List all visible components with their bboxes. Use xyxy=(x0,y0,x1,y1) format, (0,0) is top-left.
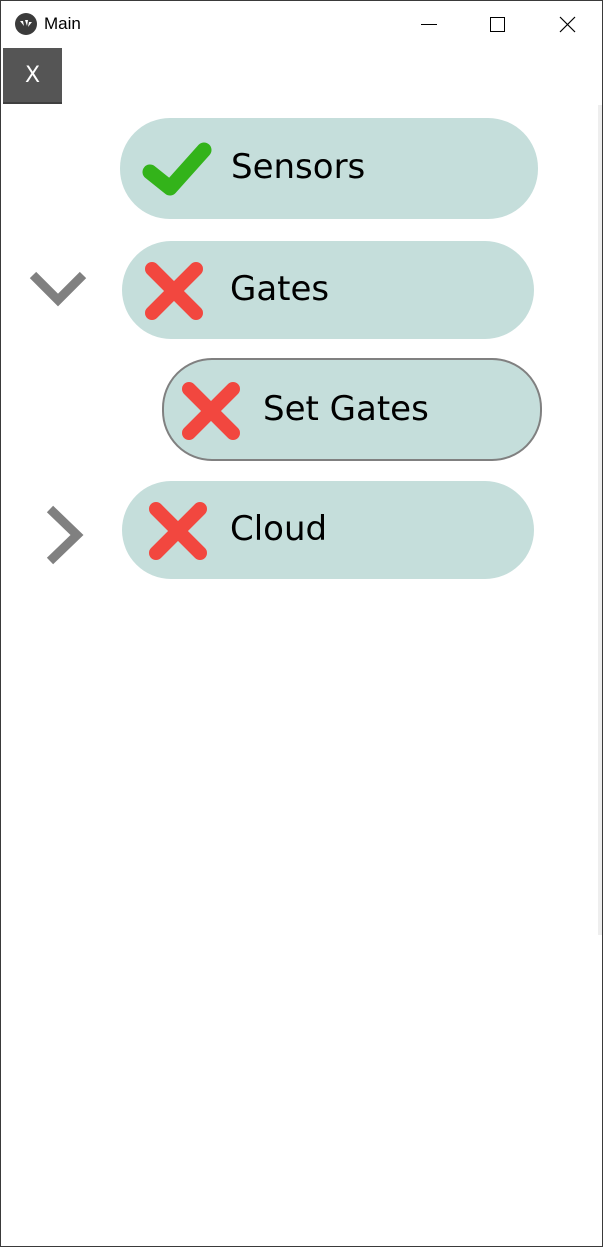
close-icon xyxy=(559,16,576,33)
cross-icon xyxy=(142,259,206,323)
close-panel-button[interactable]: X xyxy=(3,48,62,104)
tree-item-label: Gates xyxy=(230,269,330,309)
maximize-icon xyxy=(490,17,505,32)
minimize-icon xyxy=(421,24,437,25)
checkmark-icon xyxy=(140,140,216,198)
tree-item-gates[interactable]: Gates xyxy=(122,241,534,339)
tree-item-label: Sensors xyxy=(231,147,366,187)
tree-item-sensors[interactable]: Sensors xyxy=(120,118,538,219)
close-window-button[interactable] xyxy=(532,1,602,47)
scrollbar[interactable] xyxy=(598,105,602,935)
title-bar[interactable]: Main xyxy=(1,1,602,47)
main-window: Main X Sensors Gates Set Gates Cloud xyxy=(0,0,603,1247)
tree-item-set-gates[interactable]: Set Gates xyxy=(162,358,542,461)
tree-item-label: Set Gates xyxy=(263,389,429,429)
cross-icon xyxy=(179,379,243,443)
chevron-right-icon[interactable] xyxy=(44,503,86,567)
minimize-button[interactable] xyxy=(394,1,464,47)
chevron-down-icon[interactable] xyxy=(27,269,89,311)
tree-item-cloud[interactable]: Cloud xyxy=(122,481,534,579)
window-title: Main xyxy=(44,14,81,33)
kivy-logo-icon xyxy=(15,13,37,35)
maximize-button[interactable] xyxy=(462,1,532,47)
tree-item-label: Cloud xyxy=(230,509,328,549)
content-area: X Sensors Gates Set Gates Cloud xyxy=(1,47,602,1246)
cross-icon xyxy=(146,499,210,563)
